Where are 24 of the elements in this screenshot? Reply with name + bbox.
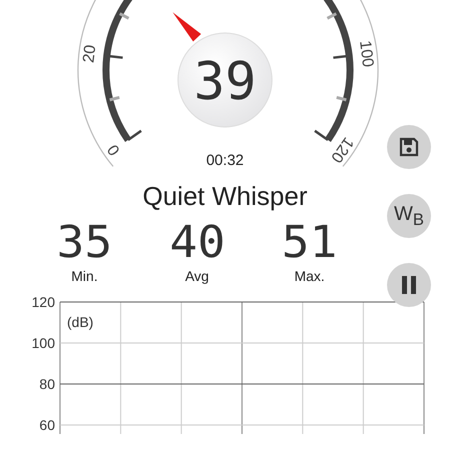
y-axis-label: 100 — [32, 335, 55, 351]
stat-label: Avg — [185, 268, 209, 284]
pause-button[interactable] — [387, 263, 431, 307]
scale-label: 0 — [104, 141, 124, 158]
noise-description: Quiet Whisper — [142, 181, 308, 212]
sound-level-reading: 39 — [194, 52, 256, 112]
stat-label: Max. — [294, 268, 325, 284]
stat-value: 51 — [282, 220, 338, 266]
stat-value: 35 — [56, 220, 112, 266]
elapsed-time: 00:32 — [206, 152, 244, 169]
save-icon — [399, 137, 419, 157]
scale-label: 100 — [356, 40, 376, 68]
scale-label: 20 — [80, 44, 100, 64]
stat-value: 40 — [169, 220, 225, 266]
scale-label: 120 — [327, 134, 356, 166]
y-axis-unit: (dB) — [67, 314, 94, 330]
y-axis-label: 120 — [32, 294, 55, 310]
weighting-button[interactable]: W$_{B}$ — [387, 194, 431, 238]
stat-label: Min. — [71, 268, 98, 284]
gauge-needle — [172, 12, 202, 42]
pause-icon — [400, 275, 418, 295]
y-axis-label: 60 — [39, 417, 55, 433]
save-button[interactable] — [387, 125, 431, 169]
y-axis-label: 80 — [39, 376, 55, 392]
